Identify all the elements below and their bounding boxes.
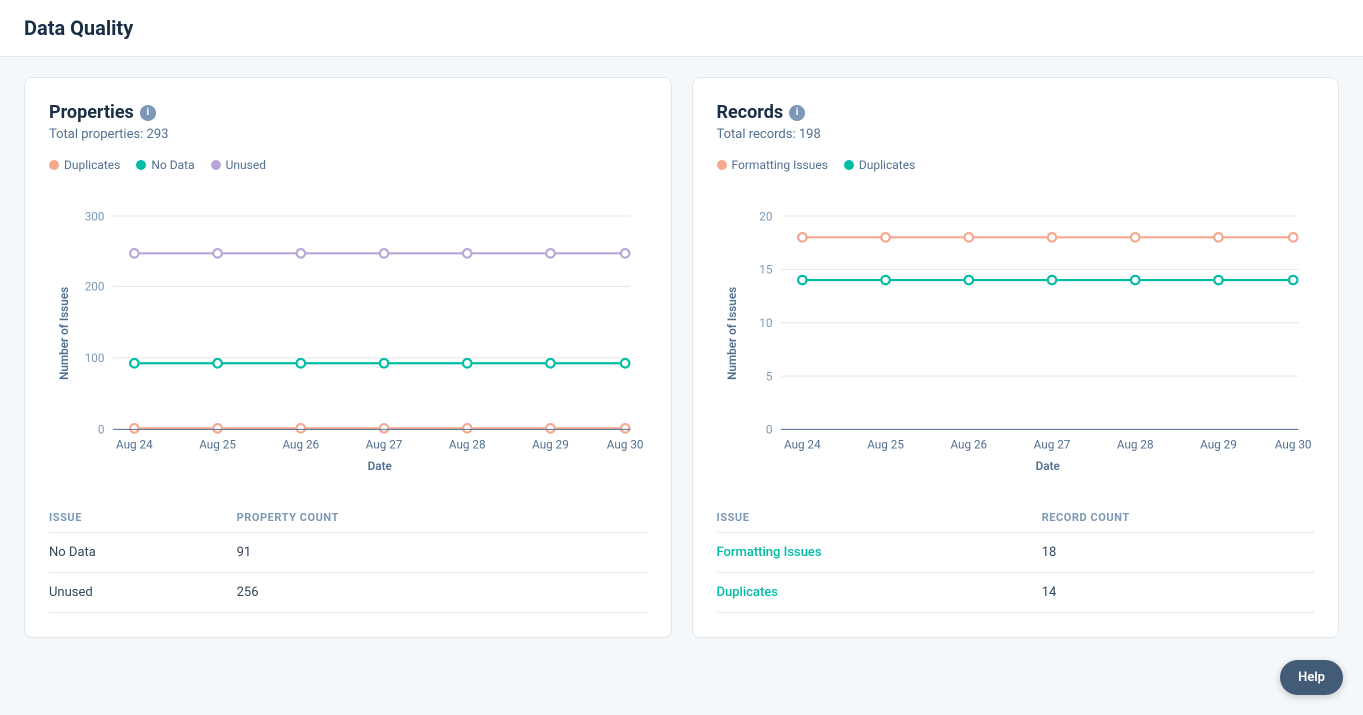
svg-text:300: 300: [85, 209, 105, 223]
svg-text:5: 5: [765, 369, 772, 383]
legend-item-nodata: No Data: [136, 158, 194, 172]
svg-text:Aug 30: Aug 30: [607, 438, 644, 452]
svg-text:10: 10: [759, 316, 772, 330]
svg-text:Aug 24: Aug 24: [784, 438, 821, 452]
records-info-icon[interactable]: i: [789, 105, 805, 121]
legend-item-records-duplicates: Duplicates: [844, 158, 915, 172]
legend-dot-duplicates: [49, 160, 59, 170]
svg-text:Aug 29: Aug 29: [1200, 438, 1237, 452]
svg-text:Aug 27: Aug 27: [366, 438, 403, 452]
unused-point: [130, 249, 139, 258]
help-button[interactable]: Help: [1280, 660, 1343, 695]
records-chart-svg: Number of Issues 20 15 10 5 0: [717, 184, 1315, 483]
properties-legend: Duplicates No Data Unused: [49, 158, 647, 172]
svg-text:Aug 30: Aug 30: [1274, 438, 1311, 452]
page-title: Data Quality: [24, 16, 1339, 40]
svg-text:0: 0: [98, 423, 105, 437]
legend-item-duplicates: Duplicates: [49, 158, 120, 172]
svg-text:Number of Issues: Number of Issues: [725, 287, 739, 380]
table-row: No Data 91: [49, 532, 647, 572]
table-row: Formatting Issues 18: [717, 532, 1315, 572]
legend-dot-nodata: [136, 160, 146, 170]
svg-text:Aug 26: Aug 26: [282, 438, 319, 452]
properties-info-icon[interactable]: i: [140, 105, 156, 121]
records-col-count: RECORD COUNT: [1042, 503, 1314, 533]
legend-dot-records-duplicates: [844, 160, 854, 170]
formatting-issues-link[interactable]: Formatting Issues: [717, 532, 1042, 572]
legend-item-formatting: Formatting Issues: [717, 158, 828, 172]
properties-table: ISSUE PROPERTY COUNT No Data 91 Unused 2…: [49, 503, 647, 613]
svg-text:Aug 24: Aug 24: [116, 438, 153, 452]
page-header: Data Quality: [0, 0, 1363, 57]
svg-text:Aug 28: Aug 28: [449, 438, 486, 452]
svg-text:Date: Date: [368, 459, 392, 473]
svg-text:15: 15: [759, 263, 773, 277]
properties-card-title: Properties i: [49, 102, 647, 123]
legend-item-unused: Unused: [211, 158, 266, 172]
svg-text:Aug 25: Aug 25: [199, 438, 236, 452]
table-row: Duplicates 14: [717, 572, 1315, 612]
main-content: Properties i Total properties: 293 Dupli…: [0, 57, 1363, 658]
legend-dot-formatting: [717, 160, 727, 170]
svg-text:Aug 29: Aug 29: [532, 438, 569, 452]
svg-text:200: 200: [85, 280, 105, 294]
records-card: Records i Total records: 198 Formatting …: [692, 77, 1340, 638]
svg-text:Aug 26: Aug 26: [950, 438, 987, 452]
records-legend: Formatting Issues Duplicates: [717, 158, 1315, 172]
records-subtitle: Total records: 198: [717, 127, 1315, 142]
svg-text:Aug 28: Aug 28: [1116, 438, 1153, 452]
duplicates-link[interactable]: Duplicates: [717, 572, 1042, 612]
table-row: Unused 256: [49, 572, 647, 612]
properties-col-issue: ISSUE: [49, 503, 237, 533]
records-card-title: Records i: [717, 102, 1315, 123]
svg-text:Aug 27: Aug 27: [1033, 438, 1070, 452]
properties-col-count: PROPERTY COUNT: [237, 503, 647, 533]
properties-subtitle: Total properties: 293: [49, 127, 647, 142]
records-table: ISSUE RECORD COUNT Formatting Issues 18 …: [717, 503, 1315, 613]
svg-text:Aug 25: Aug 25: [867, 438, 904, 452]
svg-text:100: 100: [85, 351, 105, 365]
properties-card: Properties i Total properties: 293 Dupli…: [24, 77, 672, 638]
records-col-issue: ISSUE: [717, 503, 1042, 533]
svg-text:0: 0: [765, 423, 772, 437]
properties-chart: Number of Issues 300 200 100 0: [49, 184, 647, 483]
svg-text:Number of Issues: Number of Issues: [57, 287, 71, 380]
properties-chart-svg: Number of Issues 300 200 100 0: [49, 184, 647, 483]
legend-dot-unused: [211, 160, 221, 170]
records-chart: Number of Issues 20 15 10 5 0: [717, 184, 1315, 483]
svg-text:20: 20: [759, 209, 772, 223]
svg-text:Date: Date: [1035, 459, 1059, 473]
